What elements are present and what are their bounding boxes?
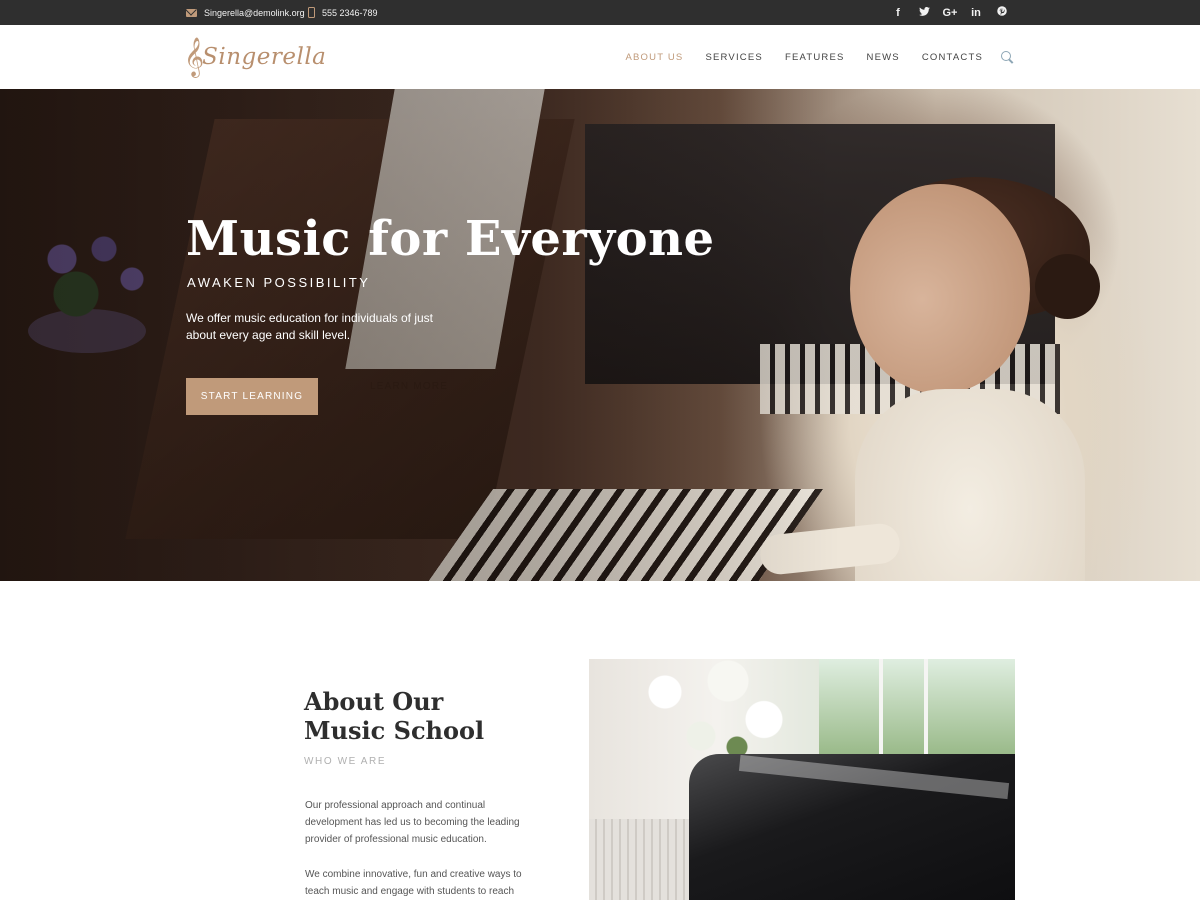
nav-about-us[interactable]: ABOUT US — [625, 52, 683, 63]
learn-more-link[interactable]: LEARN MORE — [370, 381, 448, 392]
hero-overlay — [0, 89, 1200, 581]
grand-piano-photo — [589, 659, 1015, 900]
start-learning-button[interactable]: START LEARNING — [186, 378, 318, 415]
radiator-image — [589, 819, 699, 900]
email-contact[interactable]: Singerella@demolink.org — [186, 0, 305, 25]
about-kicker: WHO WE ARE — [304, 756, 387, 767]
facebook-icon[interactable]: f — [885, 7, 911, 19]
about-heading: About Our Music School — [304, 687, 484, 745]
linkedin-icon[interactable]: in — [963, 7, 989, 19]
nav-news[interactable]: NEWS — [867, 52, 900, 63]
logo-text: Singerella — [202, 44, 327, 70]
blossom-image — [629, 659, 809, 769]
hero-banner: Music for Everyone AWAKEN POSSIBILITY We… — [0, 89, 1200, 581]
social-links: f G+ in — [885, 0, 1015, 25]
logo[interactable]: 𝄞 Singerella — [184, 37, 326, 77]
main-nav: ABOUT US SERVICES FEATURES NEWS CONTACTS — [603, 25, 1014, 89]
hero-title: Music for Everyone — [186, 211, 715, 267]
nav-features[interactable]: FEATURES — [785, 52, 845, 63]
twitter-icon[interactable] — [911, 6, 937, 19]
about-paragraph-2: We combine innovative, fun and creative … — [305, 869, 522, 897]
email-text[interactable]: Singerella@demolink.org — [204, 8, 305, 18]
treble-clef-icon: 𝄞 — [184, 37, 205, 77]
about-heading-line2: Music School — [304, 716, 485, 745]
nav-contacts[interactable]: CONTACTS — [922, 52, 983, 63]
pinterest-icon[interactable] — [989, 6, 1015, 19]
phone-icon — [308, 7, 315, 18]
about-heading-line1: About Our — [304, 687, 444, 716]
top-bar: Singerella@demolink.org 555 2346-789 f G… — [0, 0, 1200, 25]
phone-contact[interactable]: 555 2346-789 — [308, 0, 378, 25]
site-header: 𝄞 Singerella ABOUT US SERVICES FEATURES … — [0, 25, 1200, 89]
hero-description: We offer music education for individuals… — [186, 311, 434, 342]
google-plus-icon[interactable]: G+ — [937, 7, 963, 19]
about-section: About Our Music School WHO WE ARE Our pr… — [0, 581, 1200, 900]
search-icon[interactable] — [1001, 50, 1014, 64]
about-paragraph-1: Our professional approach and continual … — [305, 800, 520, 845]
phone-text[interactable]: 555 2346-789 — [322, 8, 378, 18]
mail-icon — [186, 8, 197, 17]
window-image — [819, 659, 1015, 769]
nav-services[interactable]: SERVICES — [705, 52, 762, 63]
hero-subtitle: AWAKEN POSSIBILITY — [187, 275, 371, 290]
